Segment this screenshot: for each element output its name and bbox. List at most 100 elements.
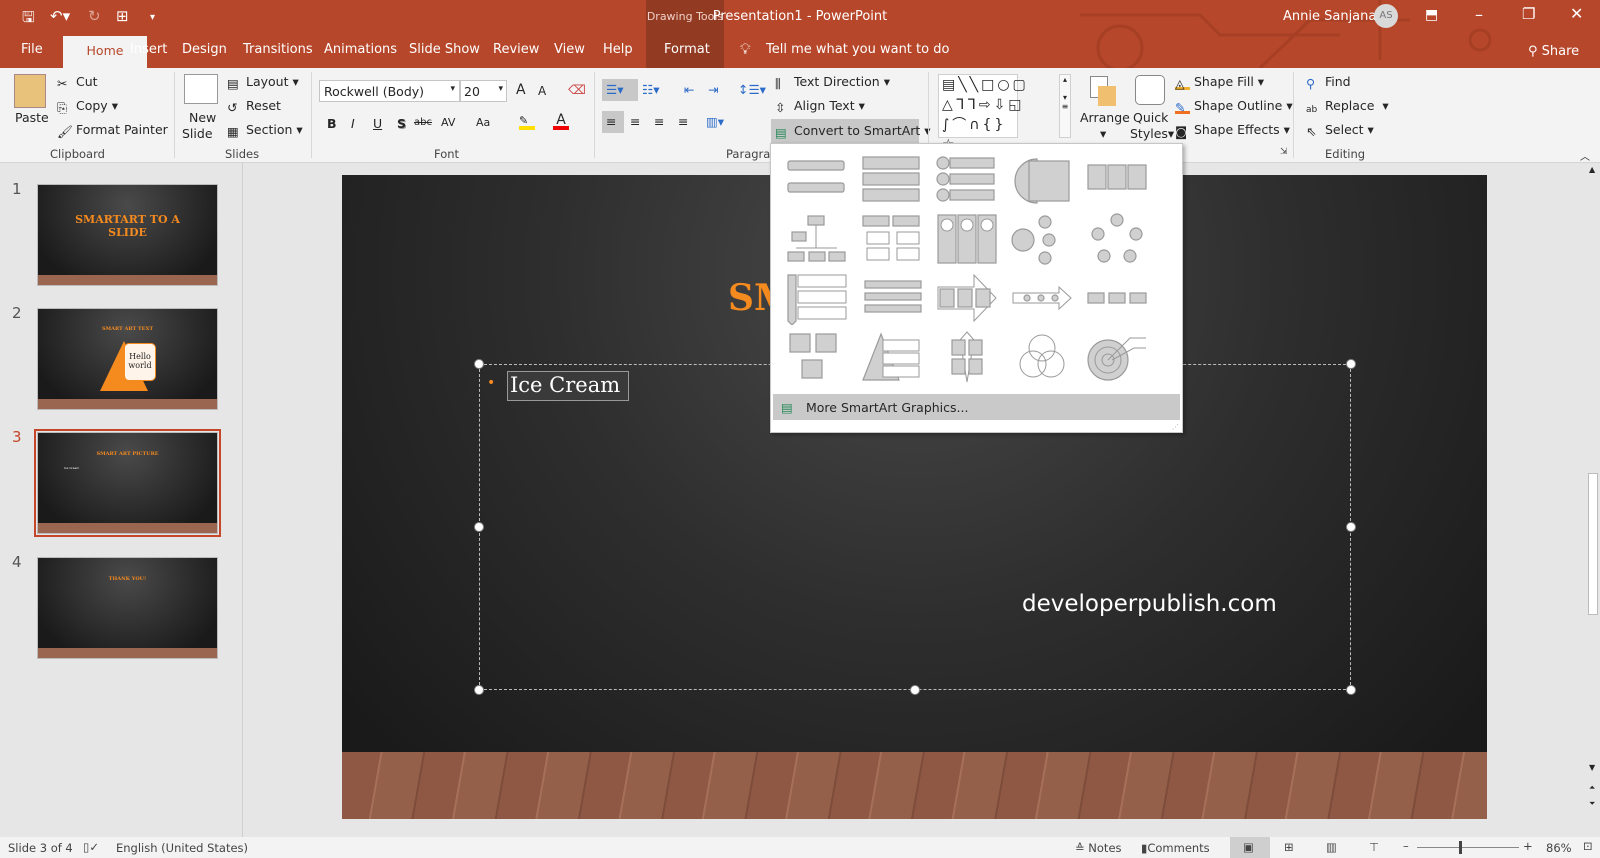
paste-button[interactable]: Paste — [15, 110, 49, 125]
smartart-layout-bubble-list[interactable] — [1009, 212, 1075, 266]
smartart-layout-upward-arrow-process[interactable] — [934, 271, 1000, 325]
slide-show-icon[interactable]: ⊤ — [1369, 840, 1379, 854]
character-spacing-button[interactable]: AV — [441, 116, 455, 129]
resize-handle[interactable] — [1346, 522, 1356, 532]
align-right-icon[interactable]: ≡ — [654, 114, 664, 129]
restore-icon[interactable]: ❐ — [1522, 5, 1535, 23]
shape-fill-button[interactable]: ◬ Shape Fill ▾ — [1175, 74, 1264, 91]
smartart-layout-nested-arc-list[interactable] — [1009, 153, 1075, 207]
smartart-layout-table-list[interactable] — [1084, 153, 1150, 207]
notes-button[interactable]: ≙ Notes — [1075, 841, 1122, 855]
zoom-in-button[interactable]: + — [1523, 839, 1533, 853]
close-icon[interactable]: ✕ — [1570, 4, 1583, 23]
smartart-layout-venn[interactable] — [1009, 330, 1075, 384]
numbering-icon[interactable]: ☷▾ — [642, 82, 659, 97]
tab-transitions[interactable]: Transitions — [243, 42, 313, 57]
smartart-layout-timeline-arrow[interactable] — [1009, 271, 1075, 325]
smartart-layout-vertical-chevron-list[interactable] — [784, 271, 850, 326]
quick-styles-button-2[interactable]: Styles▾ — [1130, 126, 1174, 141]
collapse-ribbon-icon[interactable]: ︿ — [1580, 148, 1590, 163]
tab-format[interactable]: Format — [664, 42, 710, 57]
slide-thumbnail-1[interactable]: SMARTART TO A SLIDE — [37, 184, 218, 286]
columns-icon[interactable]: ▥▾ — [706, 114, 724, 129]
line-spacing-icon[interactable]: ↕☰▾ — [738, 82, 766, 97]
italic-button[interactable]: I — [351, 116, 355, 131]
tab-slide-show[interactable]: Slide Show — [409, 42, 480, 57]
smartart-layout-chevron-process[interactable] — [859, 271, 925, 325]
comments-button[interactable]: ▮Comments — [1141, 841, 1210, 855]
align-text-button[interactable]: ⇳ Align Text ▾ — [775, 98, 865, 115]
strikethrough-button[interactable]: abc — [414, 117, 432, 128]
language-indicator[interactable]: English (United States) — [116, 841, 248, 855]
spell-check-icon[interactable]: ▯✓ — [83, 840, 99, 854]
next-slide-icon[interactable]: ⏷ — [1589, 799, 1595, 809]
resize-handle[interactable] — [910, 685, 920, 695]
resize-handle[interactable] — [1346, 685, 1356, 695]
increase-indent-icon[interactable]: ⇥ — [708, 82, 718, 97]
align-center-icon[interactable]: ≡ — [630, 114, 640, 129]
shape-effects-button[interactable]: ◙ Shape Effects ▾ — [1175, 122, 1290, 139]
new-slide-button[interactable]: New — [189, 110, 216, 125]
reading-view-icon[interactable]: ▥ — [1326, 840, 1337, 854]
shadow-button[interactable]: S — [397, 116, 406, 131]
section-button[interactable]: ▦ Section ▾ — [227, 122, 303, 139]
font-color-icon[interactable]: A — [553, 112, 569, 130]
zoom-slider[interactable] — [1417, 847, 1519, 848]
tell-me-search[interactable]: Tell me what you want to do — [766, 42, 949, 57]
reset-button[interactable]: ↺ Reset — [227, 98, 281, 115]
smartart-layout-picture-accent-process[interactable] — [934, 212, 1000, 266]
grow-font-button[interactable]: A — [516, 82, 526, 98]
smartart-layout-target[interactable] — [1084, 330, 1150, 384]
chevron-down-icon[interactable]: ▾ — [450, 84, 455, 94]
text-direction-button[interactable]: ⫼ Text Direction ▾ — [775, 74, 890, 91]
copy-button[interactable]: ⎘ Copy ▾ — [57, 98, 118, 115]
resize-grip-icon[interactable]: ⋰ — [1172, 423, 1179, 431]
tab-help[interactable]: Help — [603, 42, 633, 57]
quick-styles-button[interactable]: Quick — [1133, 110, 1168, 125]
avatar[interactable]: AS — [1374, 4, 1398, 28]
shape-outline-button[interactable]: ✎ Shape Outline ▾ — [1175, 98, 1293, 115]
font-size-input[interactable]: 20 ▾ — [460, 80, 507, 102]
ribbon-display-icon[interactable]: ⬒ — [1425, 7, 1438, 23]
font-name-input[interactable]: Rockwell (Body) ▾ — [319, 80, 460, 102]
arrange-button[interactable]: Arrange — [1080, 110, 1130, 125]
smartart-layout-vertical-bullet-list[interactable] — [784, 153, 850, 207]
scroll-up-icon[interactable]: ▲ — [1589, 165, 1595, 174]
underline-button[interactable]: U — [373, 116, 382, 131]
arrange-dropdown-icon[interactable]: ▾ — [1100, 126, 1106, 141]
tab-animations[interactable]: Animations — [324, 42, 397, 57]
new-slide-icon[interactable] — [184, 74, 218, 104]
shapes-gallery-scroll[interactable]: ▴ ▾ ≡ — [1059, 74, 1071, 138]
clear-formatting-icon[interactable]: ⌫ — [568, 82, 586, 97]
dialog-launcher-icon[interactable]: ⇲ — [1280, 147, 1288, 157]
tab-insert[interactable]: Insert — [130, 42, 167, 57]
highlight-color-icon[interactable]: ✎ — [519, 114, 535, 130]
slide-thumbnail-4[interactable]: THANK YOU! — [37, 557, 218, 659]
smartart-layout-cycle[interactable] — [1084, 212, 1150, 266]
smartart-layout-stacked-list[interactable] — [859, 153, 925, 207]
tab-review[interactable]: Review — [493, 42, 539, 57]
tab-view[interactable]: View — [554, 42, 585, 57]
zoom-slider-thumb[interactable] — [1459, 841, 1463, 854]
scroll-down-icon[interactable]: ▼ — [1589, 763, 1595, 772]
smartart-layout-cross-arrows[interactable] — [934, 330, 1000, 384]
zoom-level[interactable]: 86% — [1546, 841, 1572, 855]
paste-icon[interactable] — [14, 74, 46, 108]
vertical-scrollbar[interactable]: ▲ ▼ ⏶ ⏷ — [1586, 163, 1600, 837]
slide-thumbnail-2[interactable]: SMART ART TEXT Hello world — [37, 308, 218, 410]
tab-design[interactable]: Design — [182, 42, 227, 57]
decrease-indent-icon[interactable]: ⇤ — [684, 82, 694, 97]
new-slide-button-2[interactable]: Slide — [182, 126, 213, 141]
smartart-layout-picture-caption-list[interactable] — [784, 330, 850, 384]
smartart-layout-vertical-circle-list[interactable] — [934, 153, 1000, 207]
more-smartart-graphics-item[interactable]: ▤ More SmartArt Graphics... — [773, 394, 1180, 420]
resize-handle[interactable] — [474, 522, 484, 532]
zoom-out-button[interactable]: – — [1403, 839, 1409, 853]
replace-button[interactable]: ab Replace ▾ — [1306, 98, 1389, 119]
cut-button[interactable]: ✂ Cut — [57, 74, 98, 91]
slide-thumbnail-3[interactable]: SMART ART PICTURE Ice Cream — [37, 432, 218, 534]
shapes-gallery[interactable]: ▤╲╲□○▢△ᒣᒣ⇨⇩◱∫⌒∩{}☆ — [938, 74, 1026, 153]
resize-handle[interactable] — [474, 685, 484, 695]
bullet-text-ice-cream[interactable]: Ice Cream — [507, 371, 629, 401]
shrink-font-button[interactable]: A — [538, 84, 546, 98]
